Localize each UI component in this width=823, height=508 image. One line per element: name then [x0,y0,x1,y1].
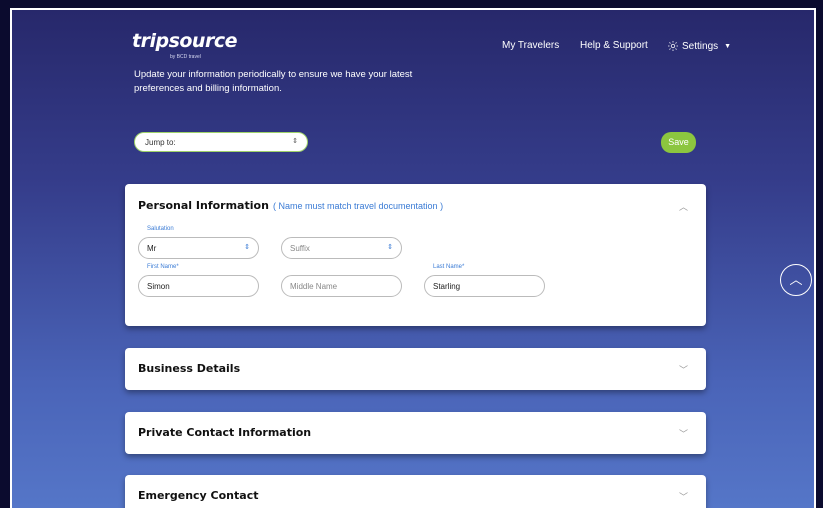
nav-my-travelers[interactable]: My Travelers [502,40,559,51]
name-note: ( Name must match travel documentation ) [273,201,444,211]
jump-to-select[interactable]: Jump to: ⇕ [134,132,308,152]
emergency-contact-card[interactable]: Emergency Contact ﹀ [125,475,706,508]
salutation-value: Mr [147,244,157,253]
app-frame: tripsource by BCD travel Update your inf… [10,8,816,508]
suffix-select[interactable]: Suffix ⇕ [281,237,402,259]
salutation-select[interactable]: Mr ⇕ [138,237,259,259]
chevron-down-icon[interactable]: ﹀ [679,427,688,440]
suffix-placeholder: Suffix [290,244,310,253]
intro-text: Update your information periodically to … [134,69,413,94]
tripsource-logo[interactable]: tripsource by BCD travel [132,30,237,60]
last-name-label: Last Name* [433,264,465,270]
chevron-down-icon[interactable]: ﹀ [679,490,688,503]
first-name-label: First Name* [147,264,179,270]
first-name-field[interactable]: Simon [138,275,259,297]
section-title: Private Contact Information [138,426,312,439]
select-chevron-icon: ⇕ [387,244,393,251]
chevron-up-icon: ︿ [789,272,803,287]
select-chevron-icon: ⇕ [292,138,298,145]
gear-icon [668,41,678,51]
nav-settings[interactable]: Settings ▼ [667,40,731,52]
logo-wordmark: tripsource [132,30,237,52]
logo-subtitle: by BCD travel [170,54,201,60]
settings-label: Settings [682,40,719,52]
caret-down-icon: ▼ [724,42,732,50]
section-title: Business Details [138,362,241,375]
business-details-card[interactable]: Business Details ﹀ [125,348,706,390]
chevron-down-icon[interactable]: ﹀ [679,363,688,376]
chevron-up-icon[interactable]: ︿ [679,200,688,213]
save-button[interactable]: Save [661,132,696,153]
middle-name-field[interactable]: Middle Name [281,275,402,297]
last-name-field[interactable]: Starling [424,275,545,297]
section-title: Emergency Contact [138,489,259,502]
nav-help-support[interactable]: Help & Support [580,40,648,51]
scroll-to-top-button[interactable]: ︿ [780,264,812,296]
personal-information-card: Personal Information ( Name must match t… [125,184,706,326]
private-contact-card[interactable]: Private Contact Information ﹀ [125,412,706,454]
section-title: Personal Information [138,199,269,212]
select-chevron-icon: ⇕ [244,244,250,251]
jump-to-label: Jump to: [145,138,176,147]
salutation-label: Salutation [147,226,174,232]
